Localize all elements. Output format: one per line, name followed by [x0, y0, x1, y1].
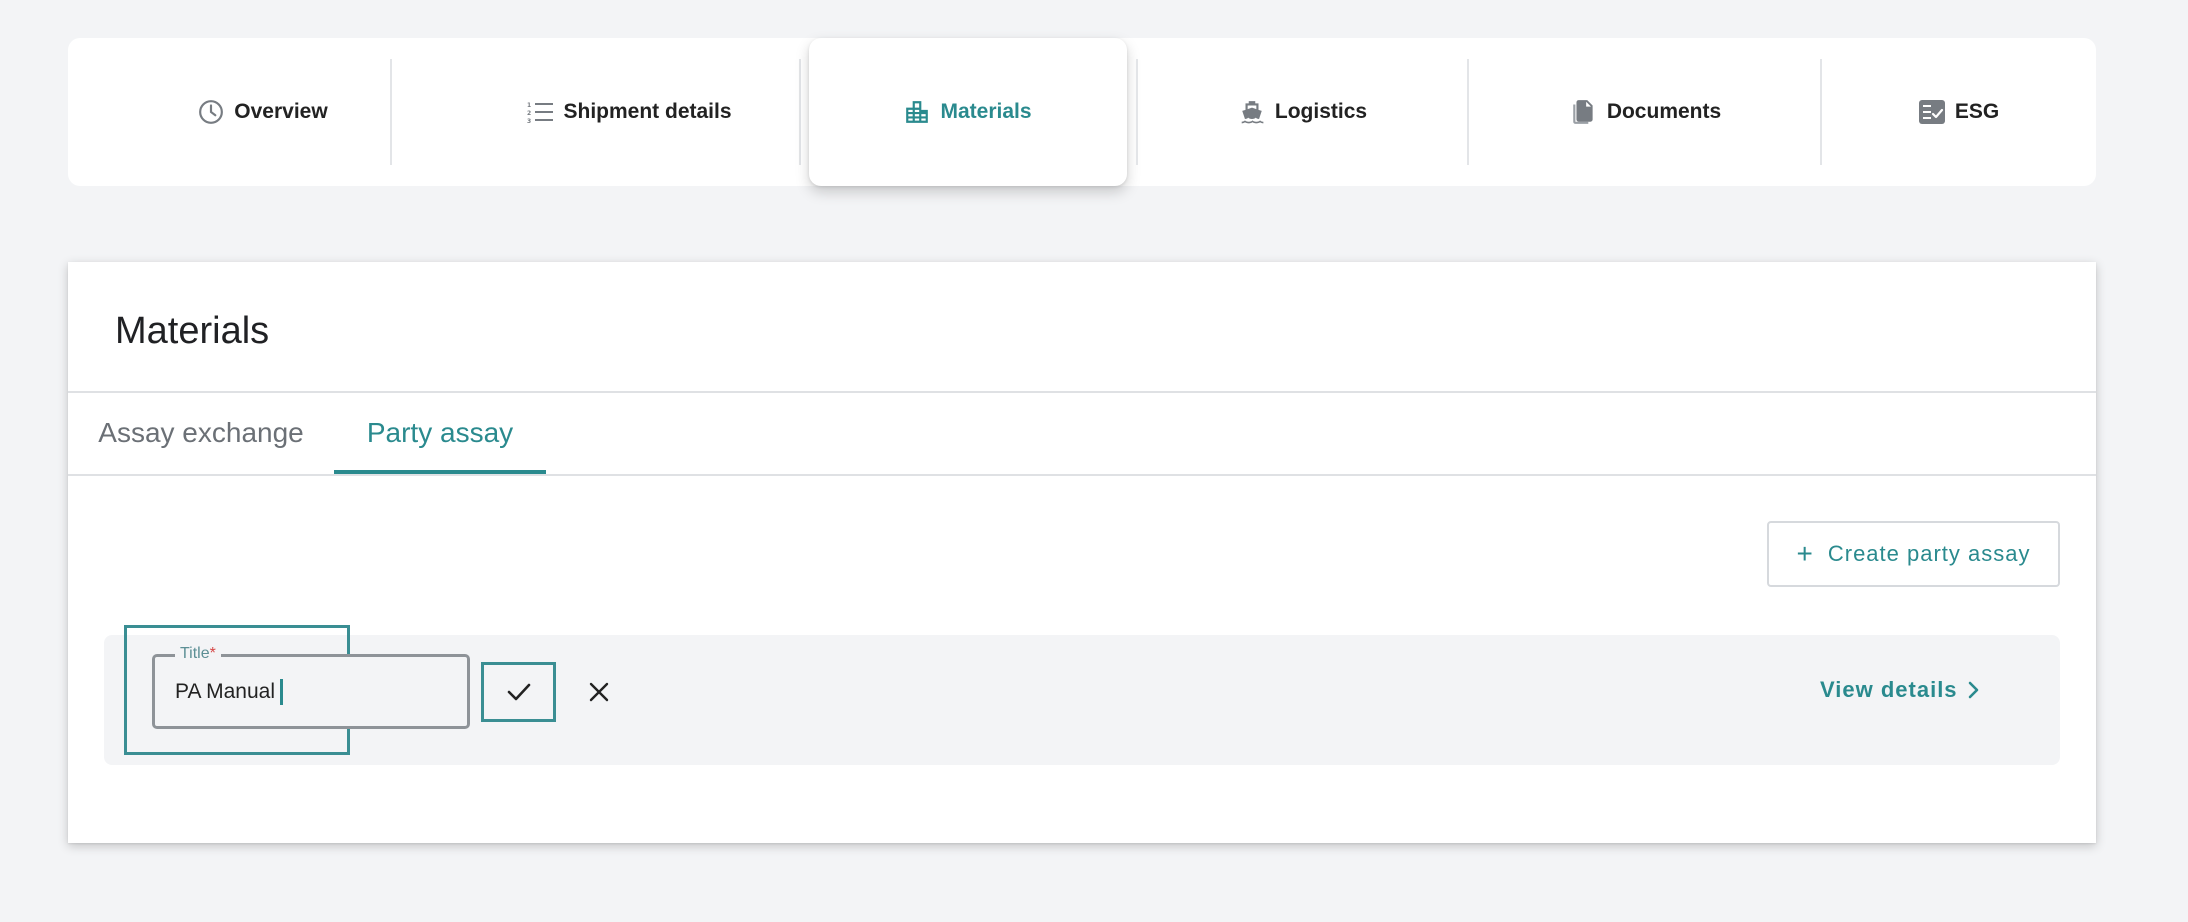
tab-label: Assay exchange	[98, 417, 304, 448]
svg-text:1: 1	[527, 102, 531, 109]
title-field[interactable]: Title* PA Manual	[152, 645, 470, 729]
tab-divider	[799, 59, 801, 165]
tab-label: Documents	[1606, 100, 1722, 123]
plus-icon: +	[1796, 538, 1814, 569]
tab-overview[interactable]: Overview	[108, 38, 418, 186]
section-tab-bar: Overview 1 2 3 Shipment details Material…	[68, 38, 2096, 186]
svg-text:3: 3	[527, 118, 531, 124]
materials-card: Materials Assay exchange Party assay + C…	[68, 262, 2096, 843]
buildings-icon	[906, 101, 929, 123]
create-party-assay-label: Create party assay	[1827, 541, 2031, 566]
ship-icon	[1241, 101, 1264, 124]
check-icon	[507, 683, 530, 701]
divider	[68, 474, 2096, 476]
required-asterisk: *	[209, 645, 216, 662]
svg-text:2: 2	[527, 110, 531, 117]
confirm-button[interactable]	[481, 662, 556, 722]
checklist-icon	[1918, 100, 1945, 124]
tab-label: Materials	[940, 100, 1032, 123]
tab-label: Overview	[234, 100, 328, 123]
close-icon	[589, 682, 609, 702]
tab-logistics[interactable]: Logistics	[1138, 38, 1468, 186]
documents-icon	[1573, 100, 1593, 124]
create-party-assay-button[interactable]: + Create party assay	[1767, 521, 2060, 587]
tab-materials[interactable]: Materials	[809, 38, 1127, 186]
tab-party-assay[interactable]: Party assay	[334, 392, 546, 474]
tab-esg[interactable]: ESG	[1822, 38, 2096, 186]
tab-shipment-details[interactable]: 1 2 3 Shipment details	[392, 38, 867, 186]
tab-label: Logistics	[1274, 100, 1368, 123]
tab-label: Party assay	[366, 417, 514, 448]
title-field-label: Title*	[175, 645, 221, 663]
view-details-label: View details	[1820, 677, 1958, 702]
text-caret	[280, 679, 284, 705]
cancel-button[interactable]	[576, 669, 622, 715]
tab-documents[interactable]: Documents	[1469, 38, 1823, 186]
tab-label: Shipment details	[563, 100, 732, 123]
party-assay-row: Title* PA Manual View details	[104, 625, 2060, 765]
title-input[interactable]: PA Manual	[175, 679, 284, 705]
clock-icon	[199, 100, 224, 124]
tab-label: ESG	[1954, 100, 2000, 123]
title-input-value: PA Manual	[175, 680, 276, 703]
tab-assay-exchange[interactable]: Assay exchange	[68, 392, 334, 474]
view-details-link[interactable]: View details	[1820, 677, 1980, 703]
list-icon: 1 2 3	[527, 102, 554, 124]
page-title: Materials	[115, 310, 270, 352]
chevron-right-icon	[1968, 681, 1978, 699]
